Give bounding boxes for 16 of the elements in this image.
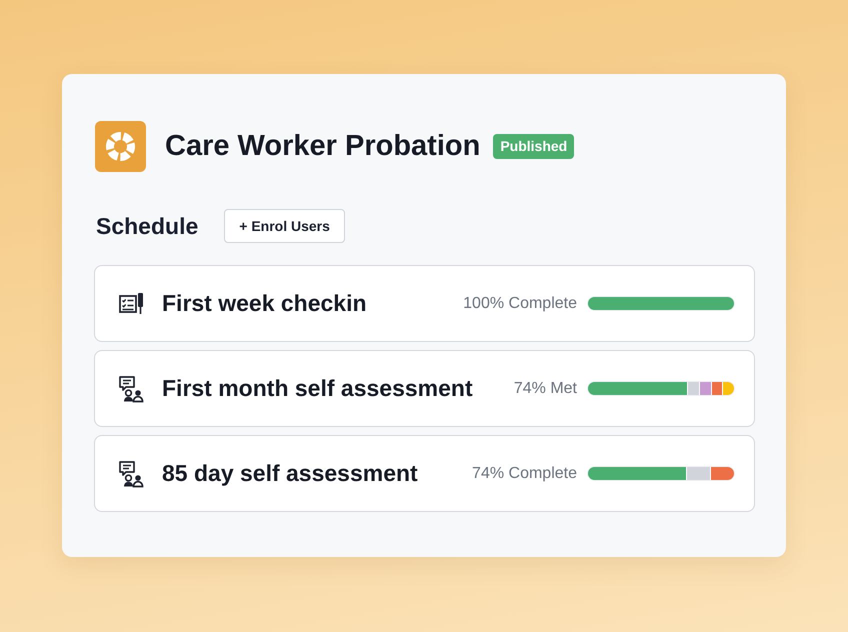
course-title: Care Worker Probation bbox=[165, 130, 480, 163]
item-title: First month self assessment bbox=[162, 375, 473, 402]
schedule-item[interactable]: First week checkin 100% Complete bbox=[94, 265, 755, 342]
chat-people-icon bbox=[118, 460, 146, 488]
lifebuoy-logo-icon bbox=[95, 121, 146, 172]
schedule-item[interactable]: First month self assessment 74% Met bbox=[94, 350, 755, 427]
status-badge: Published bbox=[493, 134, 574, 159]
item-title: 85 day self assessment bbox=[162, 460, 418, 487]
progress-reading: 100% Complete bbox=[463, 294, 577, 312]
section-heading: Schedule bbox=[96, 212, 198, 240]
progress-reading: 74% Met bbox=[514, 380, 577, 398]
enrol-users-button[interactable]: + Enrol Users bbox=[224, 209, 345, 243]
chat-people-icon bbox=[118, 374, 146, 402]
progress-reading: 74% Complete bbox=[472, 464, 577, 482]
item-title: First week checkin bbox=[162, 290, 367, 317]
schedule-item[interactable]: 85 day self assessment 74% Complete bbox=[94, 435, 755, 512]
